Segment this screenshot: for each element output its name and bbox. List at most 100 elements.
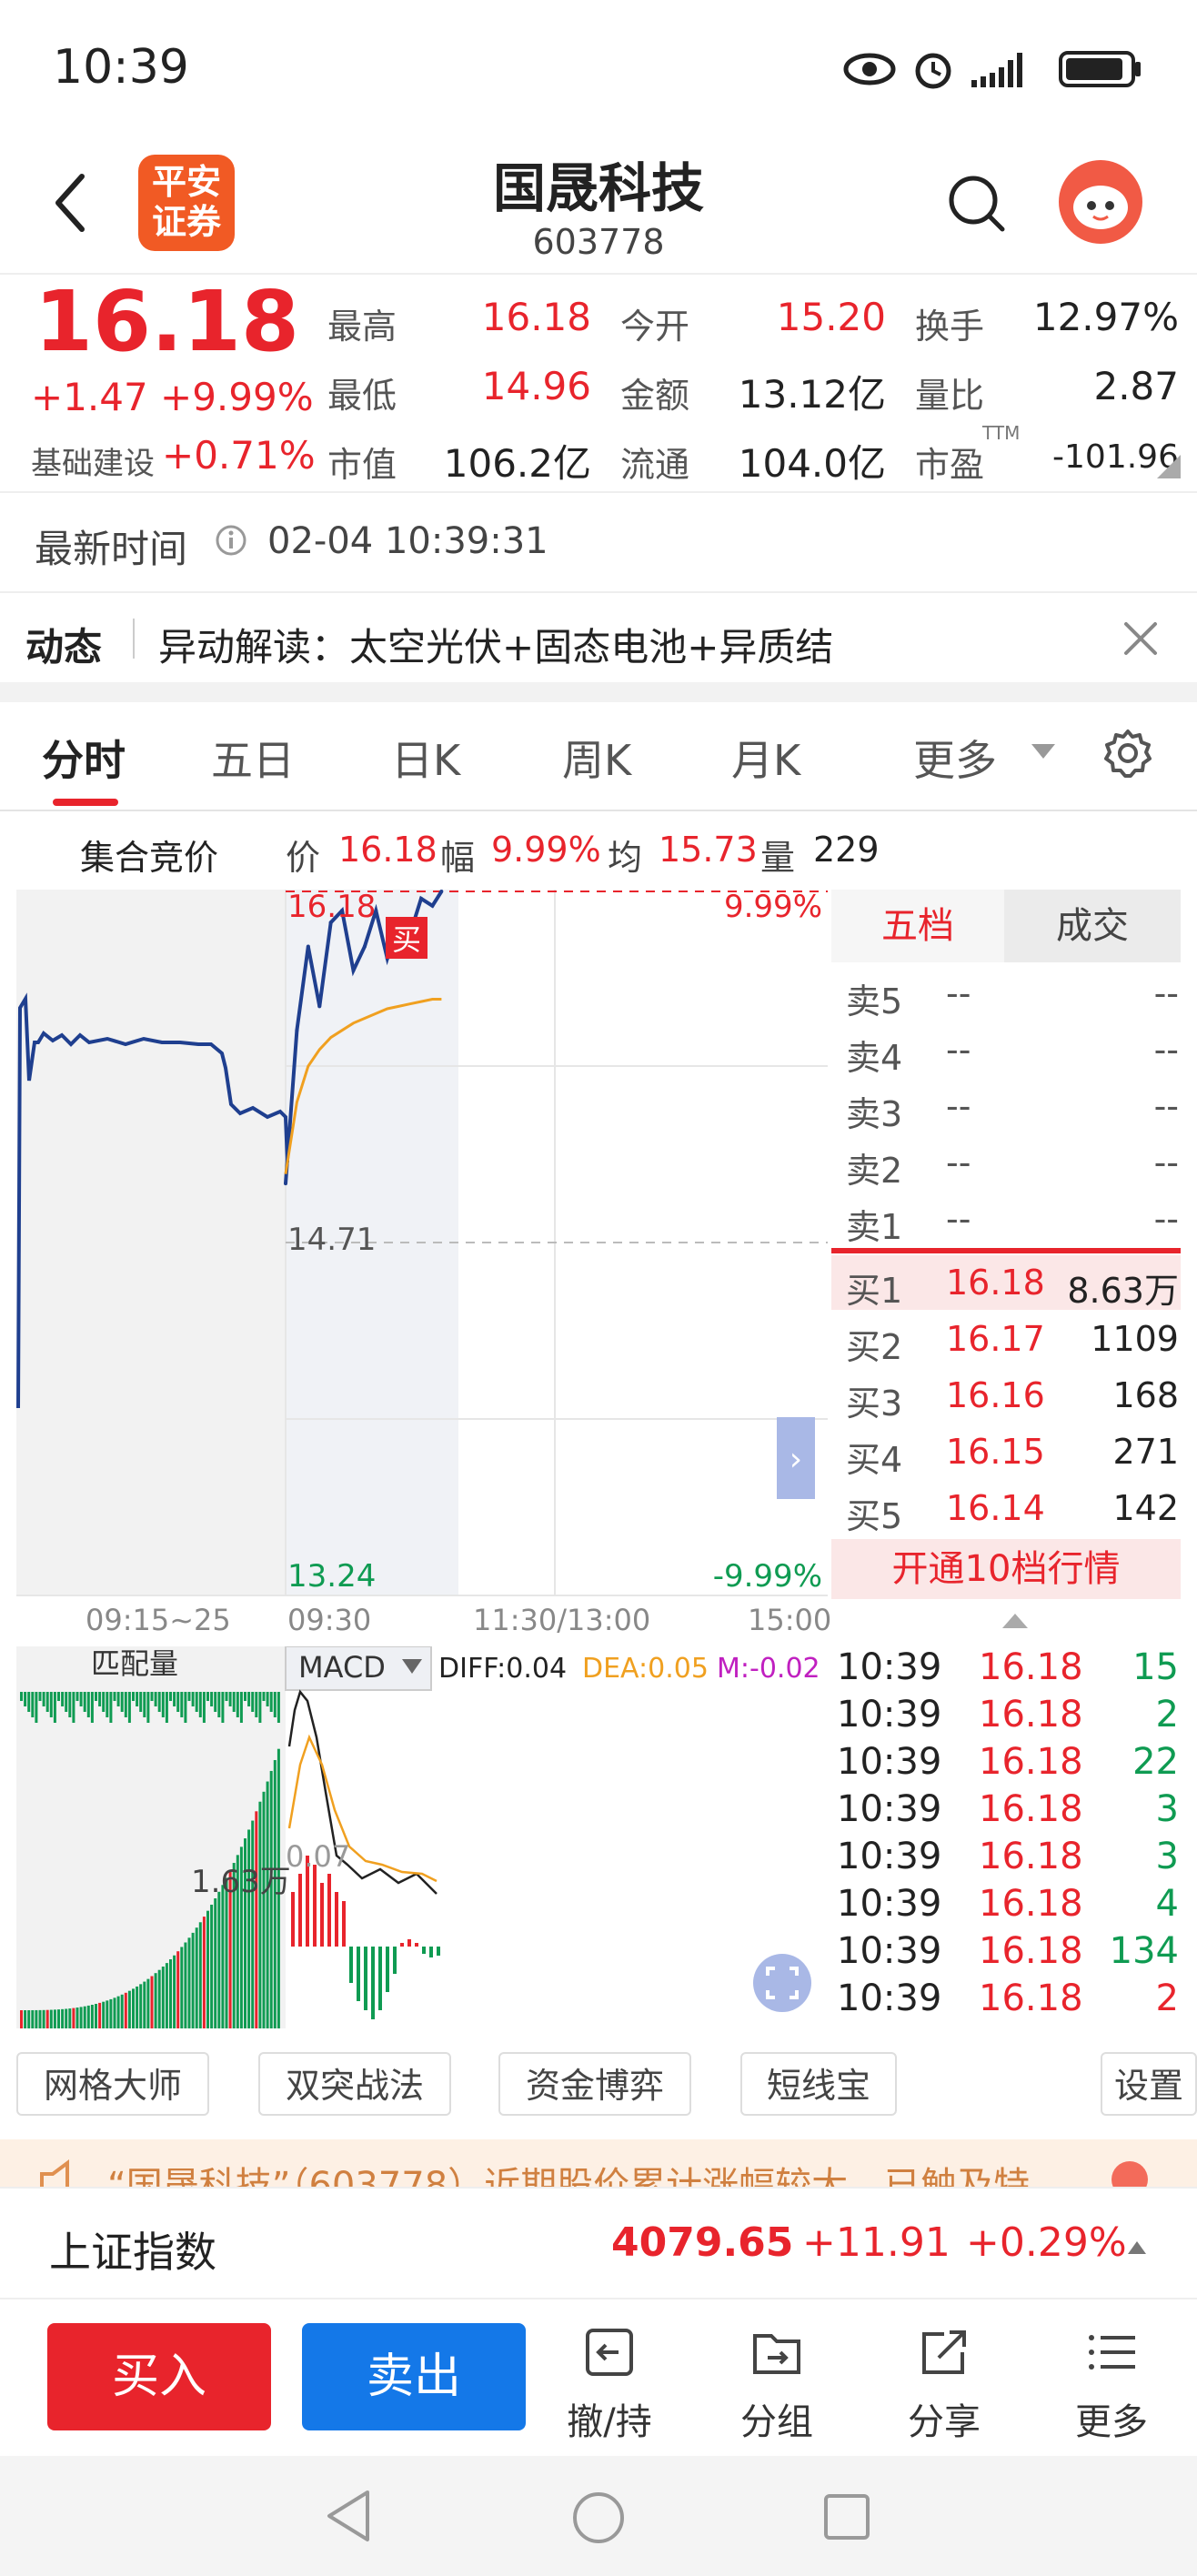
cancel-hold-icon bbox=[586, 2329, 633, 2376]
low-value: 14.96 bbox=[481, 364, 591, 408]
tool-double-breakout[interactable]: 双突战法 bbox=[258, 2052, 451, 2116]
expand-up-icon[interactable] bbox=[1126, 2238, 1148, 2256]
tab-monthly-k[interactable]: 月K bbox=[731, 728, 800, 788]
unmatched-volume-bar bbox=[113, 1692, 116, 1701]
matched-volume-bar bbox=[95, 2004, 97, 2028]
tab-five-levels[interactable]: 五档 bbox=[831, 890, 1004, 962]
sector-pct[interactable]: +0.71% bbox=[162, 433, 316, 478]
index-bar[interactable]: 上证指数 4079.65 +11.91 +0.29% bbox=[0, 2187, 1197, 2298]
matched-volume-bar bbox=[102, 2001, 106, 2028]
ask-row-2: 卖2 -- -- bbox=[846, 1142, 1179, 1191]
unmatched-volume-bar bbox=[157, 1692, 161, 1712]
unmatched-volume-bar bbox=[72, 1692, 75, 1723]
close-icon[interactable] bbox=[1121, 619, 1161, 659]
unmatched-volume-bar bbox=[42, 1692, 45, 1706]
matched-volume-bar bbox=[258, 1801, 262, 2028]
matched-volume-bar bbox=[198, 1922, 202, 2028]
matched-volume-bar bbox=[180, 1947, 184, 2028]
tab-daily-k[interactable]: 日K bbox=[391, 728, 460, 788]
tab-trades[interactable]: 成交 bbox=[1004, 890, 1181, 962]
sector-name[interactable]: 基础建设 bbox=[31, 438, 155, 483]
index-pct: +0.29% bbox=[966, 2219, 1127, 2266]
unmatched-volume-bar bbox=[269, 1692, 273, 1712]
matched-volume-bar bbox=[176, 1951, 180, 2028]
buy-button[interactable]: 买入 bbox=[47, 2323, 271, 2430]
nav-home-icon[interactable] bbox=[571, 2490, 626, 2545]
risk-notice-banner[interactable]: “国晟科技”（603778）近期股价累计涨幅较大，已触及特 bbox=[0, 2139, 1197, 2187]
matched-volume-bar bbox=[53, 2009, 56, 2028]
matched-volume-bar bbox=[150, 1976, 154, 2028]
tab-weekly-k[interactable]: 周K bbox=[562, 728, 631, 788]
mktcap-value: 106.2亿 bbox=[443, 441, 591, 486]
matched-volume-bar bbox=[49, 2009, 53, 2028]
unmatched-volume-bar bbox=[27, 1692, 31, 1712]
price-point bbox=[317, 1004, 322, 1009]
tab-intraday[interactable]: 分时 bbox=[42, 728, 126, 788]
tab-five-day[interactable]: 五日 bbox=[211, 728, 295, 788]
price-point bbox=[419, 896, 423, 901]
unmatched-volume-bar bbox=[210, 1692, 214, 1706]
unmatched-volume-bar bbox=[65, 1692, 68, 1712]
nav-recents-icon[interactable] bbox=[822, 2492, 871, 2541]
chart-top-left-label: 16.18 bbox=[287, 890, 376, 925]
sell-button[interactable]: 卖出 bbox=[302, 2323, 526, 2430]
auction-avg-label: 均 bbox=[608, 838, 643, 878]
chevron-up-icon[interactable] bbox=[1001, 1612, 1030, 1630]
unmatched-volume-bar bbox=[31, 1692, 35, 1717]
turnover-label: 换手 bbox=[915, 307, 985, 347]
unmatched-volume-bar bbox=[102, 1692, 106, 1712]
last-price: 16.18 bbox=[35, 273, 300, 370]
price-change: +1.47 bbox=[31, 375, 148, 419]
unmatched-volume-bar bbox=[136, 1692, 139, 1706]
alarm-icon bbox=[915, 53, 951, 89]
auction-zone-bg bbox=[16, 890, 286, 1595]
unmatched-volume-bar bbox=[258, 1692, 262, 1723]
news-text[interactable]: 异动解读：太空光伏+固态电池+异质结 bbox=[158, 617, 833, 672]
bid-row-2: 买2 16.17 1109 bbox=[846, 1319, 1179, 1367]
intraday-chart[interactable]: 16.18 9.99% 14.71 13.24 -9.99% 买 › bbox=[16, 890, 828, 1597]
open-level10-button[interactable]: 开通10档行情 bbox=[831, 1539, 1181, 1599]
matched-volume-bar bbox=[124, 1992, 127, 2028]
chart-bottom-right-label: -9.99% bbox=[713, 1558, 822, 1595]
auction-range: 9.99% bbox=[491, 830, 601, 870]
matched-volume-bar bbox=[68, 2008, 72, 2028]
tool-fund-game[interactable]: 资金博弈 bbox=[498, 2052, 691, 2116]
price-point bbox=[351, 968, 356, 972]
share-icon bbox=[922, 2330, 966, 2374]
ask-row-4: 卖4 -- -- bbox=[846, 1030, 1179, 1078]
unmatched-volume-bar bbox=[202, 1692, 206, 1723]
tab-more[interactable]: 更多 bbox=[913, 728, 997, 788]
matched-volume-bar bbox=[210, 1904, 214, 2028]
price-point bbox=[295, 1028, 299, 1032]
nav-back-icon[interactable] bbox=[324, 2489, 373, 2543]
x-tick-midday: 11:30/13:00 bbox=[473, 1603, 651, 1637]
battery-icon bbox=[1059, 51, 1141, 87]
group-label: 分组 bbox=[740, 2401, 813, 2443]
matched-volume-bar bbox=[65, 2008, 68, 2028]
search-icon[interactable] bbox=[946, 173, 1010, 236]
unmatched-volume-bar bbox=[109, 1692, 113, 1723]
matched-volume-bar bbox=[157, 1969, 161, 2028]
unmatched-volume-bar bbox=[35, 1692, 38, 1723]
chevron-down-icon[interactable] bbox=[1030, 742, 1057, 762]
mktcap-label: 市值 bbox=[327, 445, 397, 485]
system-nav-bar bbox=[0, 2456, 1197, 2576]
macd-value: 0.07 bbox=[286, 1839, 350, 1874]
amount-label: 金额 bbox=[620, 376, 690, 416]
macd-label: MACD bbox=[298, 1650, 386, 1685]
unmatched-volume-bar bbox=[98, 1692, 102, 1706]
tool-short-term[interactable]: 短线宝 bbox=[740, 2052, 897, 2116]
macd-chart[interactable]: 匹配量 MACD DIFF:0.04 DEA:0.05 M:-0.02 1.63… bbox=[16, 1646, 828, 2028]
unmatched-volume-bar bbox=[277, 1692, 280, 1723]
turnover-value: 12.97% bbox=[1032, 295, 1179, 339]
ask-row-5: 卖5 -- -- bbox=[846, 973, 1179, 1021]
matched-volume-bar bbox=[191, 1932, 195, 2028]
close-circle-icon[interactable] bbox=[1110, 2159, 1150, 2187]
auction-vol-label: 量 bbox=[760, 838, 796, 878]
info-icon[interactable] bbox=[215, 524, 247, 557]
tool-settings[interactable]: 设置 bbox=[1101, 2052, 1197, 2116]
tool-grid-master[interactable]: 网格大师 bbox=[16, 2052, 209, 2116]
settings-gear-icon[interactable] bbox=[1102, 728, 1153, 779]
assistant-avatar-icon[interactable] bbox=[1057, 158, 1144, 246]
price-point bbox=[430, 903, 435, 908]
